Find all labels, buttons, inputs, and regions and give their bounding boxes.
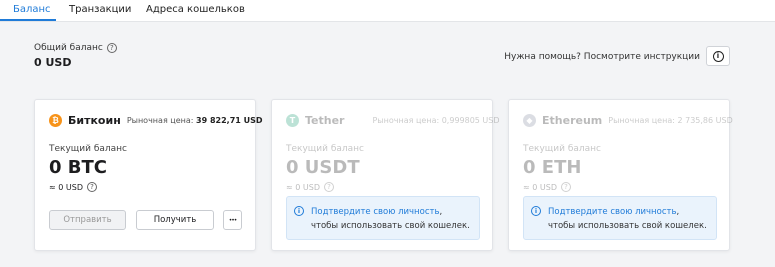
send-button[interactable]: Отправить — [49, 210, 126, 230]
wallet-card-bitcoin: ₿ Биткоин Рыночная цена: 39 822,71 USD Т… — [34, 99, 263, 251]
card-header: ◆ Ethereum Рыночная цена: 2 735,86 USD — [523, 114, 733, 127]
info-circle-icon: i — [294, 206, 304, 216]
usd-equivalent-text: ≈ 0 USD — [49, 182, 83, 192]
current-balance-value: 0 BTC — [49, 157, 107, 178]
question-circle-icon[interactable]: ? — [86, 182, 97, 192]
help-button[interactable]: i — [706, 46, 730, 66]
tether-icon: T — [286, 114, 299, 127]
wallet-card-ethereum: ◆ Ethereum Рыночная цена: 2 735,86 USD Т… — [508, 99, 733, 251]
current-balance-label: Текущий баланс — [286, 144, 364, 154]
current-balance-value: 0 USDT — [286, 157, 360, 178]
usd-equivalent-text: ≈ 0 USD — [523, 182, 557, 192]
info-circle-icon: i — [531, 206, 541, 216]
verify-identity-link[interactable]: Подтвердите свою личность — [311, 207, 439, 217]
market-price: Рыночная цена: 2 735,86 USD — [608, 116, 733, 125]
question-circle-icon[interactable]: ? — [106, 43, 117, 53]
info-circle-icon: i — [712, 50, 724, 62]
more-options-button[interactable]: ••• — [223, 210, 242, 230]
coin-name: Биткоин — [68, 114, 121, 127]
coin-name: Ethereum — [542, 114, 603, 127]
total-balance-value: 0 USD — [34, 56, 72, 69]
help-link[interactable]: Нужна помощь? Посмотрите инструкции — [504, 52, 700, 62]
usd-equivalent: ≈ 0 USD ? — [523, 182, 571, 192]
market-price: Рыночная цена: 0,999805 USD — [372, 116, 500, 125]
question-circle-icon: ? — [560, 182, 571, 192]
current-balance-label: Текущий баланс — [523, 144, 601, 154]
bitcoin-icon: ₿ — [49, 114, 62, 127]
total-balance-label: Общий баланс ? — [34, 43, 117, 53]
tab-wallet-addresses[interactable]: Адреса кошельков — [146, 4, 245, 15]
verify-identity-notice: i Подтвердите свою личность, чтобы испол… — [286, 196, 480, 240]
wallet-card-tether: T Tether Рыночная цена: 0,999805 USD Тек… — [271, 99, 500, 251]
tab-balance[interactable]: Баланс — [13, 4, 51, 15]
tab-transactions[interactable]: Транзакции — [69, 4, 131, 15]
active-tab-indicator — [0, 19, 56, 21]
card-header: ₿ Биткоин Рыночная цена: 39 822,71 USD — [49, 114, 263, 127]
market-price: Рыночная цена: 39 822,71 USD — [126, 116, 263, 125]
coin-name: Tether — [305, 114, 345, 127]
usd-equivalent: ≈ 0 USD ? — [49, 182, 97, 192]
usd-equivalent: ≈ 0 USD ? — [286, 182, 334, 192]
question-circle-icon: ? — [323, 182, 334, 192]
card-header: T Tether Рыночная цена: 0,999805 USD — [286, 114, 500, 127]
total-balance-text: Общий баланс — [34, 43, 103, 53]
usd-equivalent-text: ≈ 0 USD — [286, 182, 320, 192]
verify-identity-notice: i Подтвердите свою личность, чтобы испол… — [523, 196, 717, 240]
verify-identity-link[interactable]: Подтвердите свою личность — [548, 207, 676, 217]
tab-bar: Баланс Транзакции Адреса кошельков — [0, 0, 775, 22]
receive-button[interactable]: Получить — [136, 210, 214, 230]
current-balance-label: Текущий баланс — [49, 144, 127, 154]
ethereum-icon: ◆ — [523, 114, 536, 127]
current-balance-value: 0 ETH — [523, 157, 582, 178]
